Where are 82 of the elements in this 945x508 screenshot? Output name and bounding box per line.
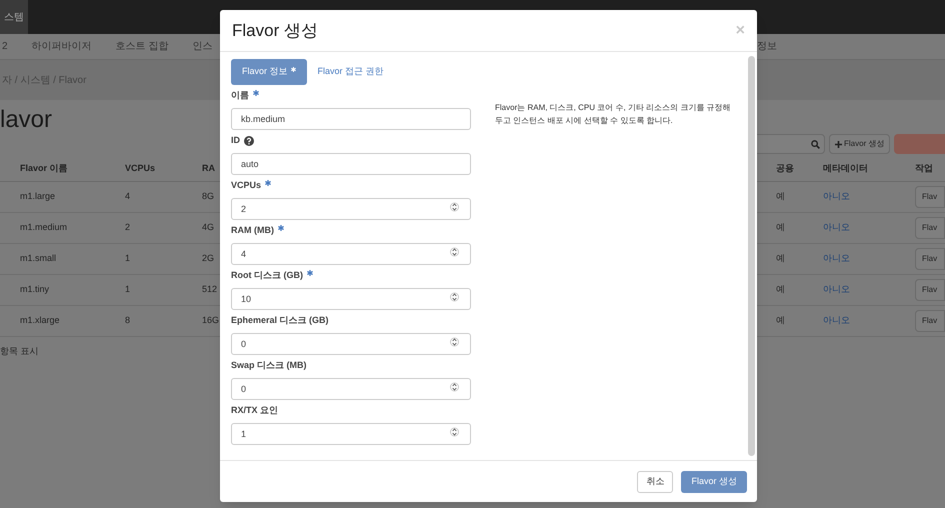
spinner-icon[interactable] <box>450 336 459 348</box>
metadata-link[interactable]: 아니오 <box>823 190 915 204</box>
cancel-button[interactable]: 취소 <box>637 470 674 492</box>
table-cell-text: 예 <box>776 252 786 266</box>
table-cell-text: 8 <box>125 314 132 328</box>
table-footer: 항목 표시 <box>0 345 220 358</box>
row-action-button[interactable]: Flav <box>915 217 945 239</box>
nav-item[interactable]: 2 <box>2 39 8 54</box>
metadata-link[interactable]: 아니오 <box>823 252 915 266</box>
table-cell-text: m1.small <box>20 252 58 266</box>
table-cell-text: 예 <box>776 190 786 204</box>
table-cell-text: m1.medium <box>20 221 68 234</box>
row-action-button[interactable]: Flav <box>915 279 945 301</box>
number-field[interactable]: 0 <box>231 378 471 400</box>
row-action-button[interactable]: Flav <box>915 186 945 208</box>
required-icon <box>278 225 284 231</box>
create-flavor-button[interactable]: Flavor 생성 <box>829 134 890 154</box>
table-cell-text: 8G <box>202 190 216 204</box>
tab[interactable]: Flavor 접근 권한 <box>314 59 387 85</box>
required-icon <box>290 67 296 72</box>
nav-item[interactable]: 호스트 집합 <box>116 39 168 54</box>
number-field[interactable]: 1 <box>231 423 471 445</box>
nav-item[interactable]: 정보 <box>757 39 777 54</box>
row-action-button[interactable]: Flav <box>915 248 945 270</box>
modal-title: Flavor 생성 <box>232 20 318 42</box>
text-field[interactable]: kb.medium <box>231 108 471 130</box>
column-header: 메타데이터 <box>823 162 869 176</box>
nav-item[interactable]: 하이퍼바이저 <box>32 39 92 54</box>
table-cell-text: 4 <box>125 190 132 204</box>
required-icon <box>307 270 313 276</box>
field-label: RAM (MB) <box>231 224 274 238</box>
table-cell-text: 예 <box>776 283 786 296</box>
field-label: 이름 <box>231 89 249 102</box>
table-cell-text: m1.large <box>20 190 56 204</box>
table-cell-text: 16G <box>202 314 220 328</box>
table-cell-text: 1 <box>125 252 132 266</box>
field-label: Ephemeral 디스크 (GB) <box>231 314 329 328</box>
spinner-icon[interactable] <box>450 426 459 438</box>
column-header: RA <box>202 162 216 176</box>
required-icon <box>253 90 259 96</box>
spinner-icon[interactable] <box>450 381 459 393</box>
number-field[interactable]: 4 <box>231 243 471 265</box>
plus-icon <box>835 140 842 148</box>
field-label: RX/TX 요인 <box>231 404 278 418</box>
tab[interactable]: Flavor 정보 <box>231 59 307 85</box>
table-cell-text: 예 <box>776 314 786 328</box>
table-cell-text: 2G <box>202 252 216 266</box>
page-heading: lavor <box>0 105 54 135</box>
search-icon <box>811 140 820 148</box>
number-field[interactable]: 0 <box>231 333 471 355</box>
field-label: Root 디스크 (GB) <box>231 269 303 282</box>
table-cell-text: 1 <box>125 283 132 296</box>
nav-item[interactable]: 인스 <box>192 39 212 54</box>
field-label: Swap 디스크 (MB) <box>231 359 306 372</box>
column-header: Flavor 이름 <box>20 162 69 176</box>
table-cell-text: 예 <box>776 221 786 234</box>
table-cell-text: m1.xlarge <box>20 314 61 328</box>
help-icon <box>244 136 254 146</box>
metadata-link[interactable]: 아니오 <box>823 221 915 235</box>
required-icon <box>265 180 272 186</box>
spinner-icon[interactable] <box>450 291 459 303</box>
number-field[interactable]: 2 <box>231 198 471 220</box>
column-header: 공용 <box>776 162 795 176</box>
spinner-icon[interactable] <box>450 201 459 213</box>
column-header: VCPUs <box>125 162 156 176</box>
metadata-link[interactable]: 아니오 <box>823 283 915 297</box>
table-cell-text: 4G <box>202 221 216 234</box>
table-cell-text: 512 <box>202 283 218 296</box>
row-action-button[interactable]: Flav <box>915 310 945 332</box>
submit-button[interactable]: Flavor 생성 <box>681 470 747 492</box>
column-header: 작업 <box>915 162 933 176</box>
spinner-icon[interactable] <box>450 246 459 258</box>
field-label: ID <box>231 134 240 148</box>
brand-tab[interactable]: 스템 <box>0 0 28 34</box>
number-field[interactable]: 10 <box>231 288 471 310</box>
text-field[interactable]: auto <box>231 153 471 175</box>
scrollbar[interactable] <box>748 56 755 456</box>
table-cell-text: m1.tiny <box>20 283 50 296</box>
field-label: VCPUs <box>231 179 262 192</box>
table-cell-text: 2 <box>125 221 132 234</box>
metadata-link[interactable]: 아니오 <box>823 314 915 328</box>
description-text: Flavor는 RAM, 디스크, CPU 코어 수, 기타 리소스의 크기를 규정해 두고 인스턴스 배포 시에 선택할 수 있도록 합니다. <box>495 102 732 127</box>
